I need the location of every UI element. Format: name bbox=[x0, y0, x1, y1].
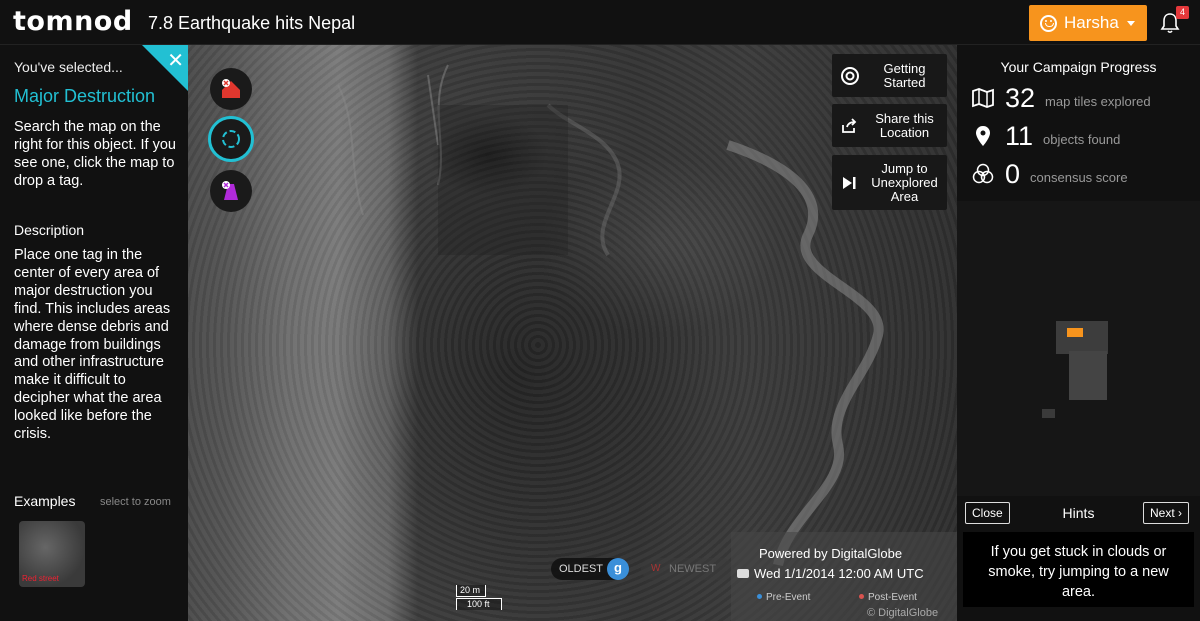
examples-hint: select to zoom bbox=[100, 496, 171, 508]
satellite-map[interactable]: Getting Started Share this Location Jump… bbox=[188, 45, 957, 621]
overview-minimap[interactable] bbox=[957, 201, 1200, 496]
user-name: Harsha bbox=[1064, 13, 1119, 32]
share-icon bbox=[842, 117, 857, 133]
pre-event-legend[interactable]: Pre-Event bbox=[757, 592, 810, 603]
campaign-title: 7.8 Earthquake hits Nepal bbox=[148, 13, 356, 33]
example-thumbnail[interactable]: Red street bbox=[19, 521, 85, 587]
copyright: © DigitalGlobe bbox=[867, 607, 939, 619]
close-selection-button[interactable]: ✕ bbox=[142, 45, 188, 91]
progress-panel: Your Campaign Progress 32 map tiles expl… bbox=[957, 45, 1200, 621]
road-block-icon bbox=[222, 181, 238, 200]
provider-name: DigitalGlobe bbox=[831, 546, 903, 561]
house-destroyed-icon bbox=[222, 79, 240, 98]
minimap-tile bbox=[1042, 409, 1055, 418]
skip-forward-icon bbox=[843, 176, 856, 189]
newest-marker: W bbox=[651, 563, 661, 574]
minimap-current-view bbox=[1067, 328, 1083, 337]
imagery-date: Wed 1/1/2014 12:00 AM UTC bbox=[737, 566, 924, 581]
map-icon bbox=[972, 88, 994, 108]
share-location-label: Share this Location bbox=[875, 110, 934, 140]
tool-rotate[interactable] bbox=[208, 116, 254, 162]
stat-objects-found: 11 objects found bbox=[971, 121, 1120, 151]
chevron-right-icon: › bbox=[1178, 506, 1183, 520]
description-text: Place one tag in the center of every are… bbox=[14, 247, 171, 443]
hints-bar: Close Hints Next › bbox=[957, 498, 1200, 528]
hints-next-button[interactable]: Next › bbox=[1143, 502, 1190, 524]
tiles-explored-label: map tiles explored bbox=[1045, 93, 1151, 109]
progress-title: Your Campaign Progress bbox=[1000, 59, 1157, 75]
camera-icon bbox=[737, 569, 749, 578]
caret-down-icon bbox=[1126, 20, 1135, 26]
target-icon bbox=[222, 130, 240, 148]
minimap-tile bbox=[1069, 351, 1107, 400]
getting-started-label: Getting Started bbox=[883, 60, 926, 90]
pre-event-dot bbox=[757, 594, 762, 599]
example-label: Red street bbox=[22, 574, 59, 583]
newest-option[interactable]: W NEWEST bbox=[641, 558, 733, 580]
object-sidebar: You've selected... ✕ Major Destruction S… bbox=[0, 45, 188, 621]
tiles-explored-value: 32 bbox=[1005, 82, 1036, 113]
tomnod-logo[interactable]: tomnod bbox=[13, 6, 133, 37]
description-heading: Description bbox=[14, 222, 85, 238]
minimap-tile bbox=[1056, 321, 1108, 354]
lifebuoy-icon bbox=[841, 66, 859, 85]
jump-unexplored-label: Jump to Unexplored Area bbox=[871, 160, 938, 204]
newest-label: NEWEST bbox=[669, 563, 717, 575]
powered-by: Powered by DigitalGlobe bbox=[759, 546, 903, 561]
tool-road-block[interactable] bbox=[210, 170, 252, 212]
imagery-attribution: Powered by DigitalGlobe Wed 1/1/2014 12:… bbox=[731, 532, 957, 621]
scale-metric: 20 m bbox=[456, 585, 486, 597]
objects-found-value: 11 bbox=[1005, 120, 1034, 151]
share-location-button[interactable]: Share this Location bbox=[832, 104, 947, 147]
post-event-dot bbox=[859, 594, 864, 599]
smiley-icon bbox=[1040, 14, 1057, 32]
hint-text: If you get stuck in clouds or smoke, try… bbox=[963, 532, 1194, 607]
notification-badge: 4 bbox=[1176, 6, 1189, 19]
scale-imperial: 100 ft bbox=[456, 598, 502, 610]
top-bar: tomnod 7.8 Earthquake hits Nepal Harsha … bbox=[0, 0, 1200, 45]
stat-tiles-explored: 32 map tiles explored bbox=[971, 83, 1151, 113]
objects-found-label: objects found bbox=[1043, 131, 1121, 147]
post-event-legend[interactable]: Post-Event bbox=[859, 592, 917, 603]
close-icon: ✕ bbox=[167, 48, 184, 72]
user-menu-button[interactable]: Harsha bbox=[1029, 5, 1147, 41]
consensus-score-value: 0 bbox=[1005, 158, 1021, 189]
consensus-score-label: consensus score bbox=[1030, 169, 1128, 185]
stat-consensus-score: 0 consensus score bbox=[971, 159, 1128, 189]
instructions-text: Search the map on the right for this obj… bbox=[14, 119, 176, 189]
consensus-icon bbox=[972, 163, 994, 184]
pin-icon bbox=[976, 126, 990, 146]
selected-label: You've selected... bbox=[14, 59, 123, 75]
imagery-time-slider[interactable]: OLDEST g W NEWEST bbox=[551, 558, 733, 580]
examples-heading: Examples bbox=[14, 493, 76, 509]
tool-house-destroyed[interactable] bbox=[210, 68, 252, 110]
jump-unexplored-button[interactable]: Jump to Unexplored Area bbox=[832, 155, 947, 210]
object-name: Major Destruction bbox=[14, 86, 156, 106]
time-slider-handle[interactable]: g bbox=[607, 558, 629, 580]
getting-started-button[interactable]: Getting Started bbox=[832, 54, 947, 97]
